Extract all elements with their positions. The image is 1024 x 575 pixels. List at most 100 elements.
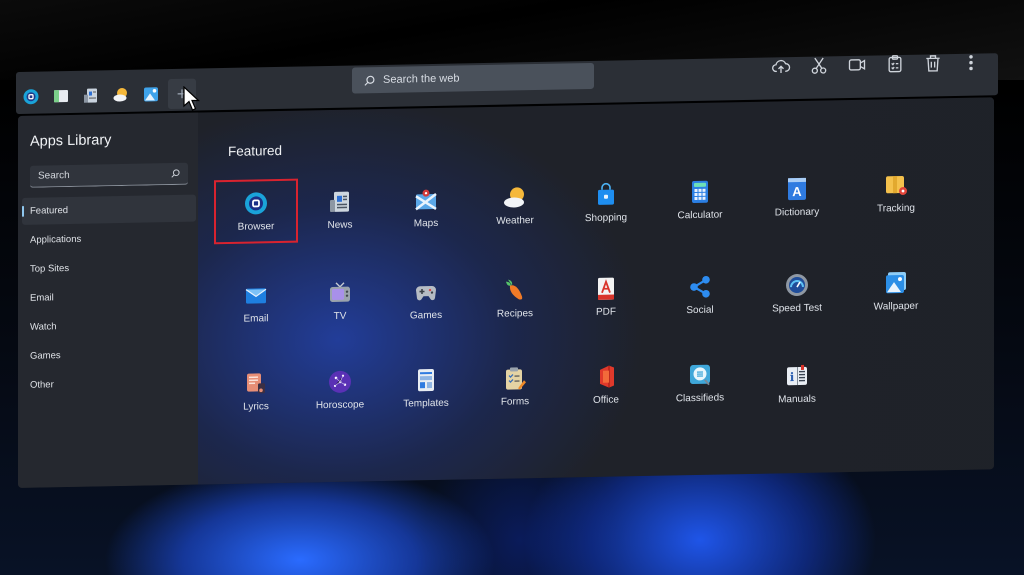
app-tile-manuals[interactable]: i Manuals bbox=[757, 353, 837, 415]
sidebar: Apps Library Search Featured Application… bbox=[18, 112, 198, 488]
share-icon bbox=[688, 275, 712, 299]
tv-icon bbox=[328, 281, 352, 305]
tab-weather[interactable] bbox=[106, 82, 136, 109]
svg-text:i: i bbox=[790, 370, 795, 384]
app-tile-calculator[interactable]: Calculator bbox=[660, 169, 740, 231]
tab-news[interactable] bbox=[76, 82, 106, 109]
app-tile-horoscope[interactable]: Horoscope bbox=[300, 359, 380, 421]
app-tile-wallpaper[interactable]: Wallpaper bbox=[856, 260, 936, 322]
gamepad-icon bbox=[414, 280, 438, 304]
video-button[interactable] bbox=[838, 49, 876, 80]
app-label: Browser bbox=[237, 221, 275, 233]
app-tile-forms[interactable]: Forms bbox=[475, 356, 555, 418]
clipboard-button[interactable] bbox=[876, 49, 914, 80]
app-tile-tv[interactable]: TV bbox=[300, 270, 380, 332]
app-label: Social bbox=[686, 304, 714, 317]
app-label: PDF bbox=[596, 306, 616, 318]
app-grid: Browser News Maps Weather Shopping Calculator… bbox=[214, 167, 986, 413]
toolbar bbox=[762, 47, 990, 81]
main-content: Featured Browser News Maps Weather Shopping C… bbox=[198, 97, 994, 484]
cloud-upload-icon bbox=[772, 59, 791, 73]
lyrics-icon bbox=[244, 371, 268, 395]
app-tile-weather[interactable]: Weather bbox=[475, 175, 555, 237]
app-tile-office[interactable]: Office bbox=[566, 354, 646, 416]
section-title: Featured bbox=[228, 142, 283, 159]
tab-strip: + bbox=[16, 78, 196, 112]
app-tile-news[interactable]: News bbox=[300, 179, 380, 241]
browser-icon bbox=[244, 191, 268, 215]
tab-sidebar-panel[interactable] bbox=[46, 83, 76, 110]
app-label: News bbox=[327, 219, 353, 232]
trash-icon bbox=[926, 55, 940, 72]
app-label: Dictionary bbox=[774, 206, 820, 219]
app-label: Classifieds bbox=[675, 392, 725, 405]
scissors-icon bbox=[811, 57, 827, 74]
sidebar-item-applications[interactable]: Applications bbox=[22, 224, 196, 254]
app-tile-lyrics[interactable]: Lyrics bbox=[216, 361, 296, 423]
sidebar-item-featured[interactable]: Featured bbox=[22, 194, 196, 225]
app-label: Maps bbox=[413, 217, 439, 230]
web-search-input[interactable]: Search the web bbox=[352, 62, 594, 94]
app-tile-classifieds[interactable]: Classifieds bbox=[660, 352, 740, 414]
app-tile-templates[interactable]: Templates bbox=[386, 357, 466, 419]
news-icon bbox=[84, 88, 97, 103]
app-tile-social[interactable]: Social bbox=[660, 264, 740, 326]
package-tracking-icon bbox=[884, 173, 908, 197]
wallpaper-icon bbox=[884, 271, 908, 295]
app-tile-maps[interactable]: Maps bbox=[386, 177, 466, 239]
search-icon bbox=[171, 169, 180, 178]
app-tile-speed-test[interactable]: Speed Test bbox=[757, 262, 837, 324]
delete-button[interactable] bbox=[914, 48, 952, 79]
app-tile-pdf[interactable]: PDF bbox=[566, 266, 646, 328]
sidebar-item-other[interactable]: Other bbox=[22, 369, 196, 399]
sidebar-search-input[interactable]: Search bbox=[30, 162, 188, 188]
manuals-icon: i bbox=[785, 364, 809, 388]
app-label: Recipes bbox=[496, 308, 534, 320]
mouse-cursor-icon bbox=[183, 86, 201, 111]
more-options-button[interactable] bbox=[952, 47, 990, 78]
cut-button[interactable] bbox=[800, 50, 838, 81]
app-tile-browser[interactable]: Browser bbox=[214, 178, 298, 245]
sidebar-nav: Featured Applications Top Sites Email Wa… bbox=[22, 194, 196, 401]
app-label: Lyrics bbox=[243, 401, 269, 413]
app-label: Horoscope bbox=[315, 399, 365, 412]
app-tile-email[interactable]: Email bbox=[216, 273, 296, 335]
apps-library-window: Apps Library Search Featured Application… bbox=[18, 97, 994, 489]
sidebar-search-placeholder: Search bbox=[38, 170, 70, 182]
wallpaper-icon bbox=[144, 87, 158, 102]
app-label: Office bbox=[593, 394, 619, 406]
app-label: Games bbox=[409, 309, 443, 322]
tab-browser[interactable] bbox=[16, 83, 46, 110]
weather-icon bbox=[503, 185, 527, 209]
cloud-sync-button[interactable] bbox=[762, 51, 800, 82]
app-tile-games[interactable]: Games bbox=[386, 269, 466, 331]
calculator-icon bbox=[688, 180, 712, 204]
news-icon bbox=[328, 190, 352, 214]
sidebar-panel-icon bbox=[54, 90, 68, 103]
app-label: Calculator bbox=[677, 209, 723, 222]
sidebar-item-watch[interactable]: Watch bbox=[22, 311, 196, 341]
sidebar-item-games[interactable]: Games bbox=[22, 340, 196, 370]
shopping-bag-icon bbox=[594, 182, 618, 206]
app-label: Shopping bbox=[584, 212, 628, 225]
pdf-icon bbox=[594, 276, 618, 300]
tab-wallpaper[interactable] bbox=[136, 81, 166, 108]
app-tile-tracking[interactable]: Tracking bbox=[856, 162, 936, 224]
speedometer-icon bbox=[785, 273, 809, 297]
maps-icon bbox=[414, 188, 438, 212]
video-camera-icon bbox=[848, 59, 866, 71]
dictionary-icon: A bbox=[785, 177, 809, 201]
sidebar-item-top-sites[interactable]: Top Sites bbox=[22, 253, 196, 283]
app-label: Tracking bbox=[877, 202, 915, 215]
email-icon bbox=[244, 283, 268, 307]
app-label: Manuals bbox=[778, 393, 816, 406]
carrot-icon bbox=[503, 278, 527, 302]
app-tile-shopping[interactable]: Shopping bbox=[566, 172, 646, 234]
app-tile-dictionary[interactable]: A Dictionary bbox=[757, 166, 837, 228]
sidebar-item-email[interactable]: Email bbox=[22, 282, 196, 312]
stars-icon bbox=[328, 370, 352, 394]
app-label: Wallpaper bbox=[873, 300, 919, 313]
forms-icon bbox=[503, 366, 527, 390]
app-tile-recipes[interactable]: Recipes bbox=[475, 268, 555, 330]
sidebar-title: Apps Library bbox=[30, 132, 112, 150]
